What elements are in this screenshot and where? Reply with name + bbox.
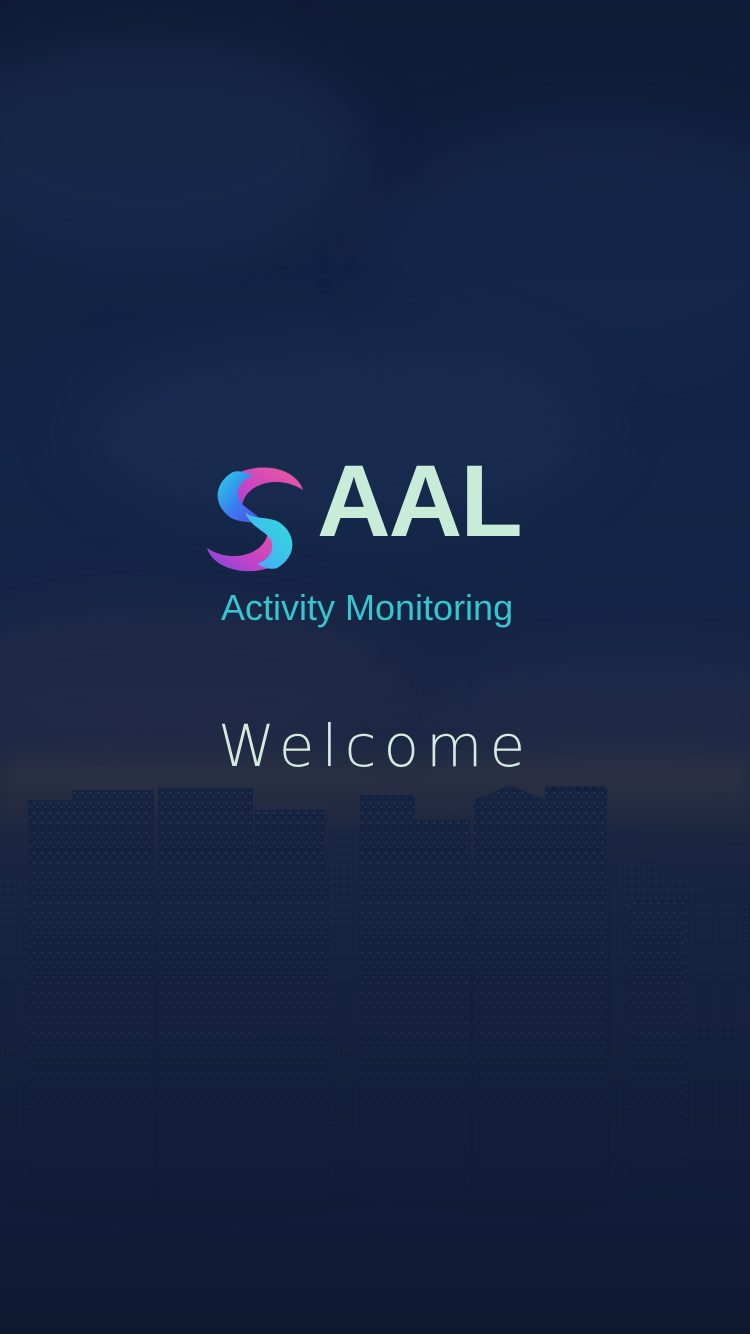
splash-screen: AAL Activity Monitoring Welcome: [0, 0, 750, 1334]
dark-overlay: [0, 0, 750, 1334]
swirl-logo-icon: [207, 467, 303, 572]
logo-title: AAL: [317, 444, 523, 558]
logo-subtitle: Activity Monitoring: [221, 587, 514, 628]
welcome-text: Welcome: [217, 712, 533, 780]
app-logo: AAL Activity Monitoring: [205, 450, 550, 637]
